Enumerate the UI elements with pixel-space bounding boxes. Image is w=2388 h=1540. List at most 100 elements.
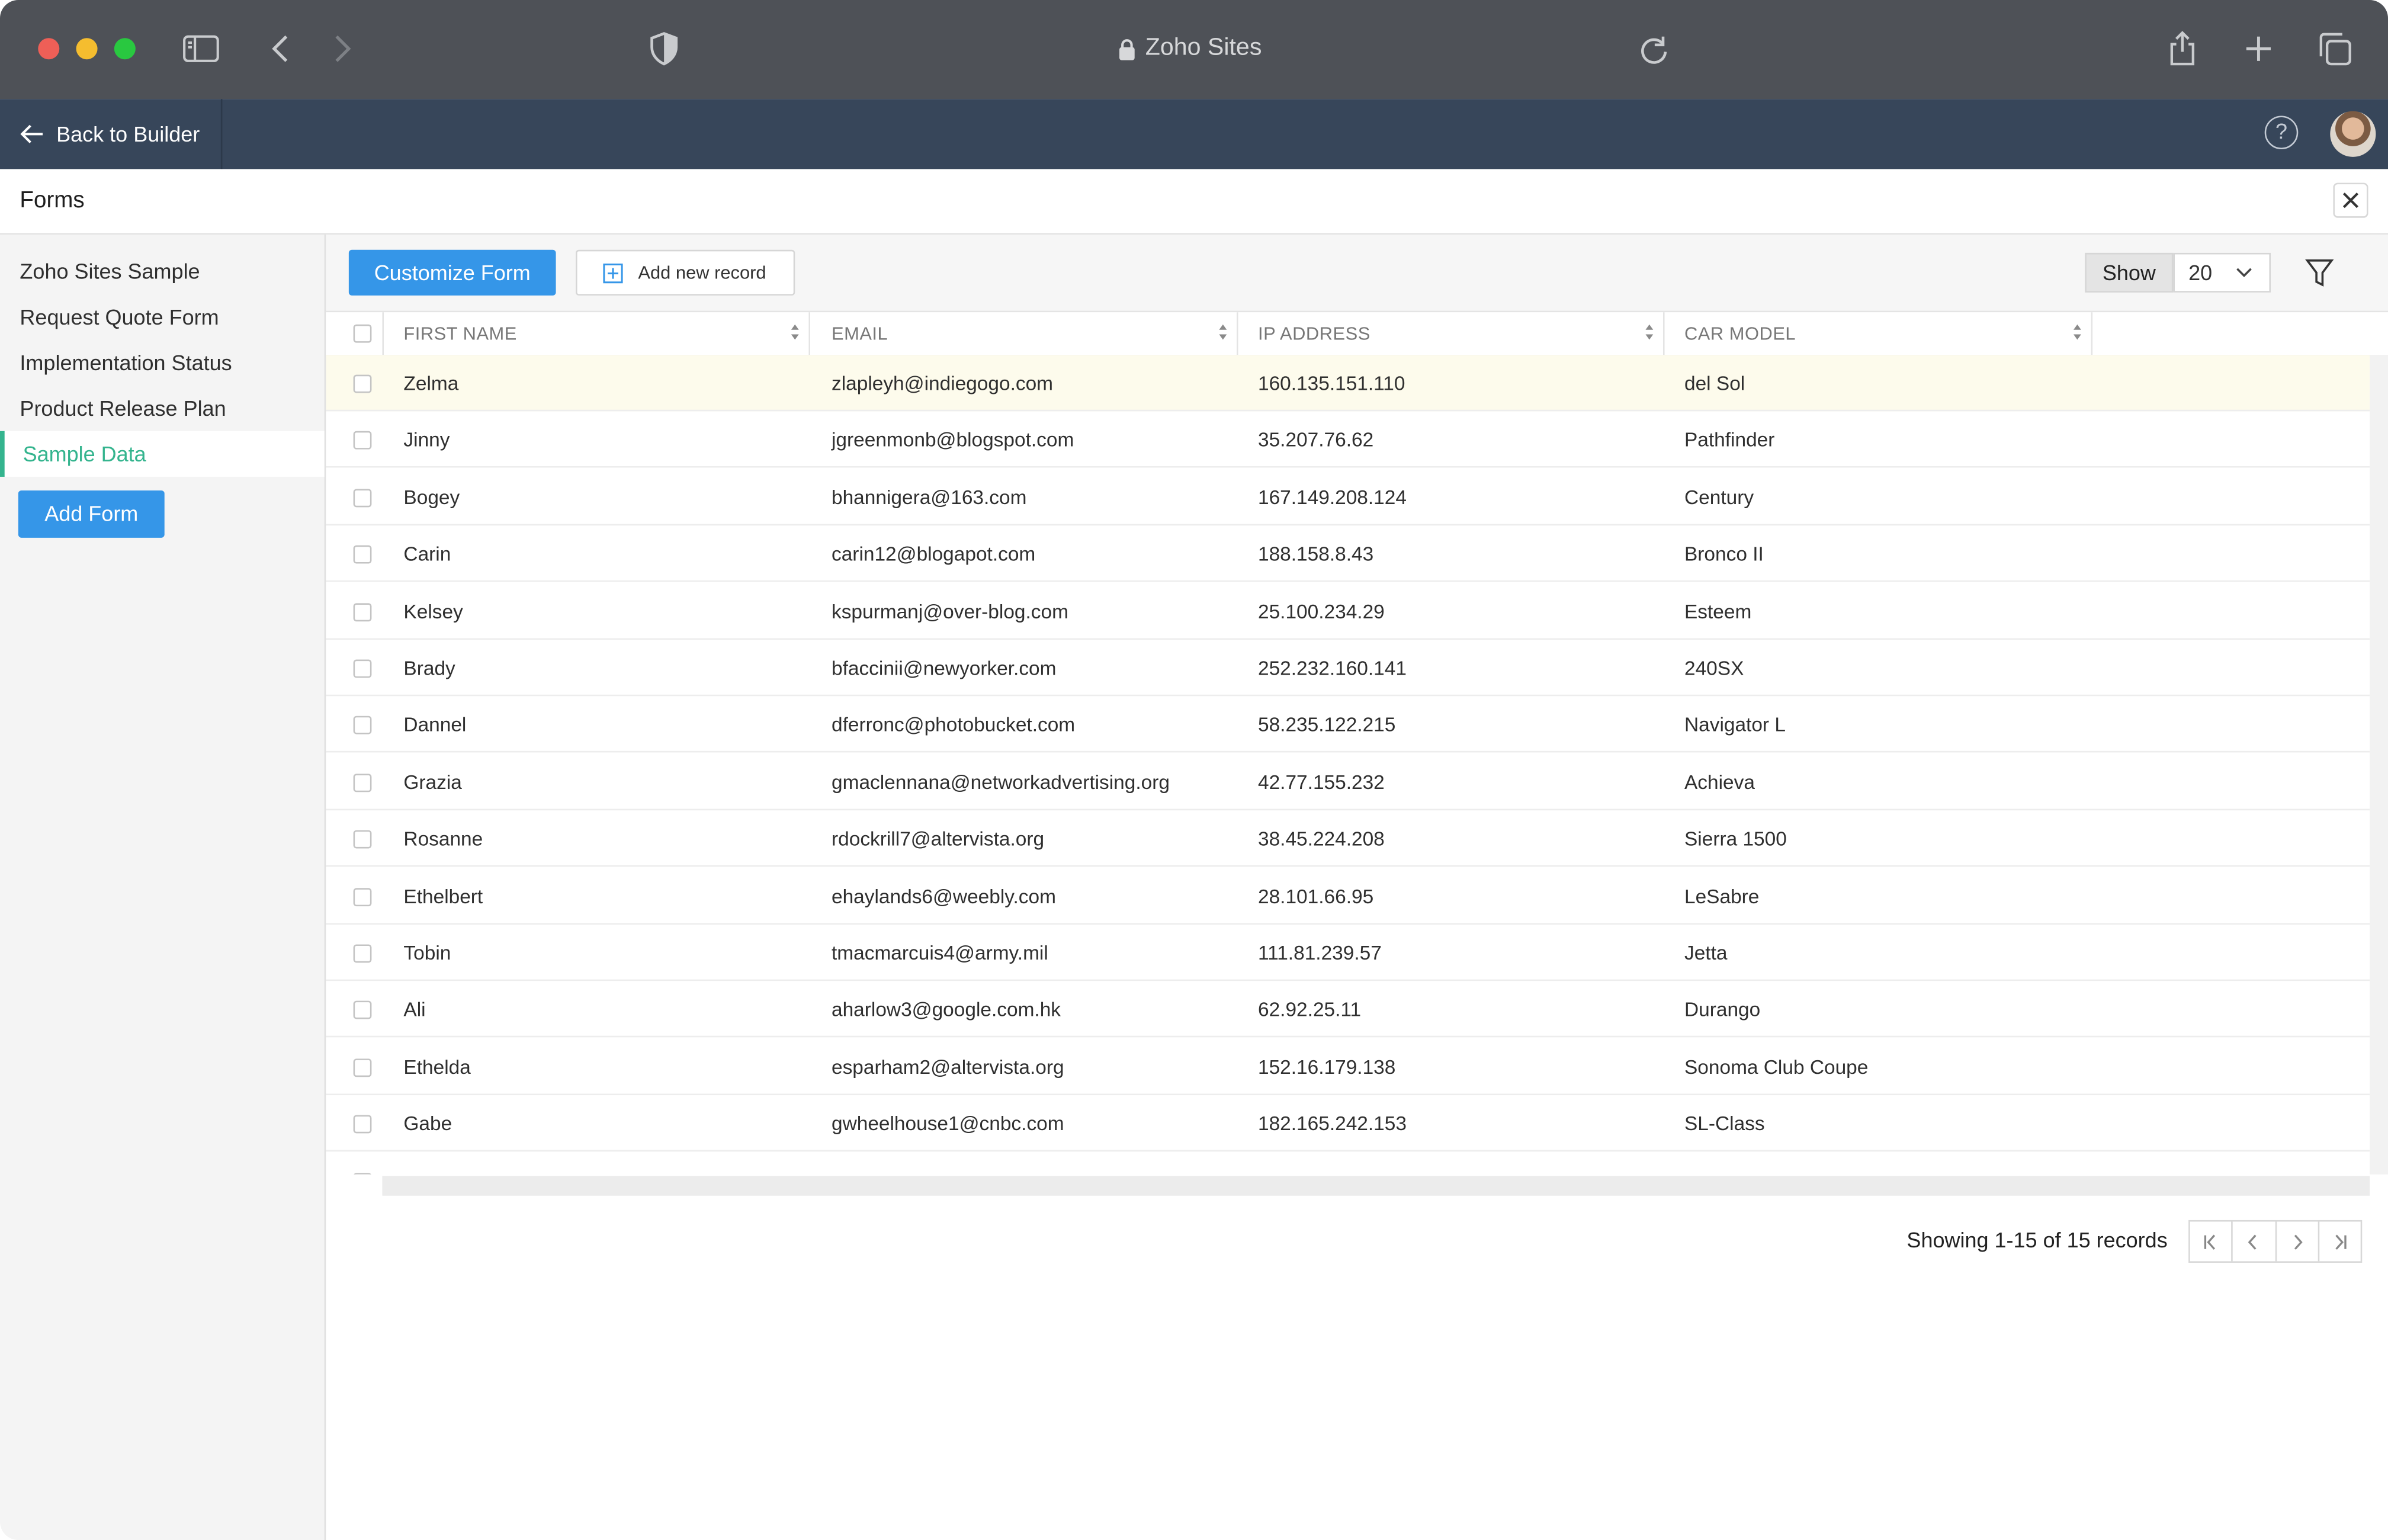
table-row[interactable]: Ethelbert ehaylands6@weebly.com 28.101.6… bbox=[326, 868, 2370, 925]
page-size-select[interactable]: 20 bbox=[2173, 252, 2271, 293]
sidebar-item-sample-data[interactable]: Sample Data bbox=[0, 431, 325, 477]
chevron-down-icon bbox=[2236, 268, 2252, 278]
table-row[interactable]: Grazia gmaclennana@networkadvertising.or… bbox=[326, 754, 2370, 811]
first-name-cell: Dannel bbox=[403, 713, 467, 736]
row-checkbox[interactable] bbox=[353, 659, 372, 678]
last-page-icon bbox=[2335, 1234, 2347, 1249]
filter-icon[interactable] bbox=[2303, 256, 2336, 290]
sort-icon[interactable] bbox=[2073, 323, 2082, 341]
column-header-ip-address[interactable]: IP ADDRESS bbox=[1258, 312, 1370, 355]
last-page-button[interactable] bbox=[2319, 1222, 2361, 1262]
row-checkbox[interactable] bbox=[353, 489, 372, 508]
select-all-checkbox[interactable] bbox=[353, 324, 372, 343]
table-row[interactable]: Brady bfaccinii@newyorker.com 252.232.16… bbox=[326, 640, 2370, 697]
table-row[interactable] bbox=[326, 1153, 2370, 1175]
ip-address-cell: 25.100.234.29 bbox=[1258, 600, 1385, 623]
reload-icon[interactable] bbox=[1634, 30, 1671, 67]
email-cell: gwheelhouse1@cnbc.com bbox=[832, 1112, 1064, 1135]
privacy-shield-icon[interactable] bbox=[644, 29, 684, 69]
vertical-scrollbar[interactable] bbox=[2370, 355, 2388, 1175]
table-row[interactable]: Carin carin12@blogapot.com 188.158.8.43 … bbox=[326, 525, 2370, 582]
add-new-record-button[interactable]: Add new record bbox=[576, 249, 795, 296]
horizontal-scrollbar[interactable] bbox=[382, 1176, 2370, 1196]
maximize-window-button[interactable] bbox=[114, 38, 136, 60]
table-row[interactable]: Zelma zlapleyh@indiegogo.com 160.135.151… bbox=[326, 355, 2370, 412]
row-checkbox[interactable] bbox=[353, 944, 372, 963]
share-icon[interactable] bbox=[2162, 29, 2202, 69]
column-header-first-name[interactable]: FIRST NAME bbox=[403, 312, 516, 355]
sort-icon[interactable] bbox=[1218, 323, 1227, 341]
sort-icon[interactable] bbox=[791, 323, 800, 341]
page-size-value: 20 bbox=[2188, 260, 2213, 285]
row-checkbox[interactable] bbox=[353, 545, 372, 564]
forms-title-bar: Forms bbox=[0, 169, 2388, 235]
row-checkbox[interactable] bbox=[353, 1173, 372, 1175]
forward-arrow-icon[interactable] bbox=[322, 29, 361, 69]
row-checkbox[interactable] bbox=[353, 888, 372, 907]
tab-overview-icon[interactable] bbox=[2315, 29, 2355, 69]
email-cell: esparham2@altervista.org bbox=[832, 1055, 1064, 1079]
column-divider bbox=[2091, 312, 2093, 355]
back-arrow-icon[interactable] bbox=[262, 29, 301, 69]
table-row[interactable]: Gabe gwheelhouse1@cnbc.com 182.165.242.1… bbox=[326, 1095, 2370, 1152]
table-body[interactable]: Zelma zlapleyh@indiegogo.com 160.135.151… bbox=[326, 355, 2370, 1175]
sidebar-item-implementation-status[interactable]: Implementation Status bbox=[0, 339, 325, 385]
row-checkbox[interactable] bbox=[353, 830, 372, 849]
first-name-cell: Ethelda bbox=[403, 1055, 471, 1079]
first-name-cell: Zelma bbox=[403, 371, 459, 395]
table-row[interactable]: Jinny jgreenmonb@blogspot.com 35.207.76.… bbox=[326, 411, 2370, 468]
table-row[interactable]: Rosanne rdockrill7@altervista.org 38.45.… bbox=[326, 810, 2370, 867]
minimize-window-button[interactable] bbox=[76, 38, 98, 60]
table-row[interactable]: Ethelda esparham2@altervista.org 152.16.… bbox=[326, 1039, 2370, 1096]
close-window-button[interactable] bbox=[38, 38, 60, 60]
first-page-button[interactable] bbox=[2190, 1221, 2233, 1262]
help-icon[interactable]: ? bbox=[2264, 116, 2299, 150]
new-tab-icon[interactable] bbox=[2239, 29, 2278, 69]
column-divider bbox=[808, 312, 810, 355]
row-checkbox[interactable] bbox=[353, 1058, 372, 1077]
table-row[interactable]: Ali aharlow3@google.com.hk 62.92.25.11 D… bbox=[326, 981, 2370, 1038]
next-page-button[interactable] bbox=[2276, 1221, 2319, 1262]
avatar[interactable] bbox=[2330, 111, 2376, 157]
sidebar-item-zoho-sites-sample[interactable]: Zoho Sites Sample bbox=[0, 248, 325, 294]
car-model-cell: 240SX bbox=[1684, 656, 1744, 679]
address-bar[interactable]: Zoho Sites bbox=[1118, 30, 1262, 67]
sort-icon[interactable] bbox=[1645, 323, 1654, 341]
car-model-cell: Durango bbox=[1684, 997, 1761, 1021]
column-header-email[interactable]: EMAIL bbox=[832, 312, 888, 355]
row-checkbox[interactable] bbox=[353, 774, 372, 793]
table-row[interactable]: Bogey bhannigera@163.com 167.149.208.124… bbox=[326, 469, 2370, 526]
previous-page-button[interactable] bbox=[2233, 1221, 2276, 1262]
row-checkbox[interactable] bbox=[353, 1115, 372, 1134]
table-row[interactable]: Tobin tmacmarcuis4@army.mil 111.81.239.5… bbox=[326, 925, 2370, 981]
sidebar-item-product-release-plan[interactable]: Product Release Plan bbox=[0, 386, 325, 431]
sidebar-item-request-quote-form[interactable]: Request Quote Form bbox=[0, 294, 325, 339]
row-checkbox[interactable] bbox=[353, 431, 372, 450]
chevron-left-icon bbox=[2248, 1234, 2257, 1249]
arrow-left-icon bbox=[20, 124, 43, 143]
customize-form-button[interactable]: Customize Form bbox=[348, 249, 556, 296]
row-checkbox[interactable] bbox=[353, 374, 372, 393]
row-checkbox[interactable] bbox=[353, 1000, 372, 1019]
close-panel-button[interactable] bbox=[2333, 182, 2368, 218]
table-row[interactable]: Dannel dferronc@photobucket.com 58.235.1… bbox=[326, 696, 2370, 753]
ip-address-cell: 182.165.242.153 bbox=[1258, 1112, 1407, 1135]
row-checkbox[interactable] bbox=[353, 603, 372, 622]
sidebar-toggle-icon[interactable] bbox=[181, 29, 221, 69]
add-form-button[interactable]: Add Form bbox=[18, 490, 165, 538]
email-cell: ehaylands6@weebly.com bbox=[832, 885, 1056, 908]
first-name-cell: Rosanne bbox=[403, 827, 483, 851]
back-to-builder-link[interactable]: Back to Builder bbox=[0, 99, 223, 169]
email-cell: gmaclennana@networkadvertising.org bbox=[832, 771, 1170, 794]
ip-address-cell: 35.207.76.62 bbox=[1258, 428, 1374, 451]
car-model-cell: Jetta bbox=[1684, 941, 1728, 964]
row-checkbox[interactable] bbox=[353, 716, 372, 734]
table-row[interactable]: Kelsey kspurmanj@over-blog.com 25.100.23… bbox=[326, 583, 2370, 640]
column-divider bbox=[1237, 312, 1238, 355]
car-model-cell: Navigator L bbox=[1684, 713, 1786, 736]
first-name-cell: Jinny bbox=[403, 428, 450, 451]
car-model-cell: Pathfinder bbox=[1684, 428, 1775, 451]
first-name-cell: Grazia bbox=[403, 771, 462, 794]
ip-address-cell: 152.16.179.138 bbox=[1258, 1055, 1396, 1079]
column-header-car-model[interactable]: CAR MODEL bbox=[1684, 312, 1796, 355]
